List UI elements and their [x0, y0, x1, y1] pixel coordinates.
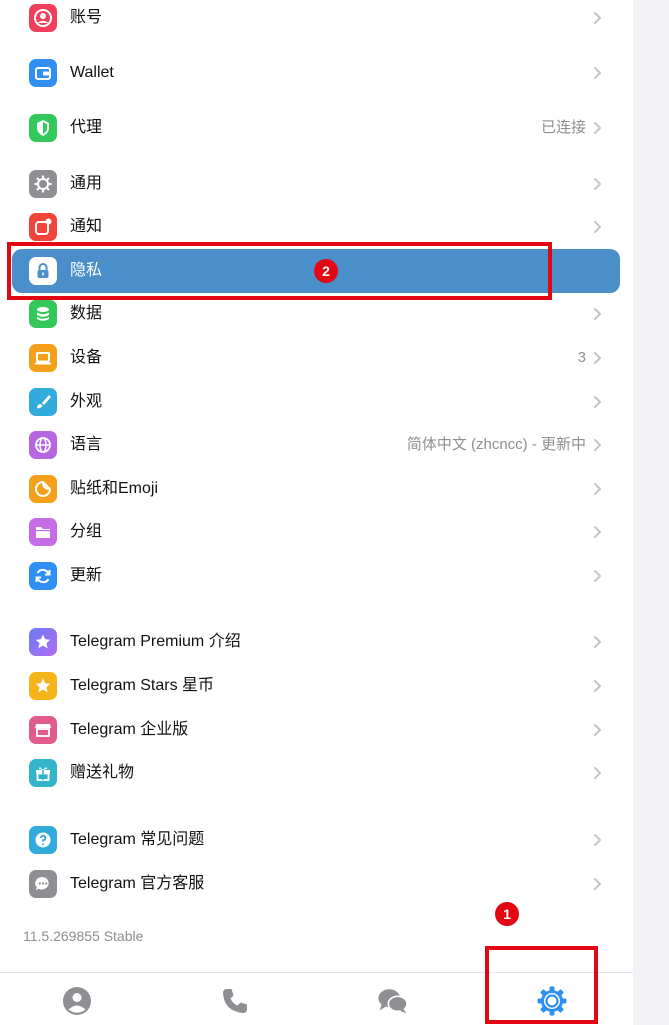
brush-icon	[29, 388, 57, 416]
settings-item-premium[interactable]: Telegram Premium 介绍	[12, 620, 620, 664]
store-icon	[29, 716, 57, 744]
person-icon	[29, 4, 57, 32]
chevron-right-icon	[594, 767, 602, 779]
chat-support-icon	[29, 870, 57, 898]
chevron-right-icon	[594, 122, 602, 134]
chats-icon	[378, 989, 408, 1014]
chevron-right-icon	[594, 67, 602, 79]
chevron-right-icon	[594, 221, 602, 233]
settings-item-label: Telegram 常见问题	[70, 831, 205, 848]
chevron-right-icon	[594, 834, 602, 846]
right-margin	[633, 0, 669, 1024]
settings-item-label: Telegram Premium 介绍	[70, 633, 241, 650]
laptop-icon	[29, 344, 57, 372]
settings-item-label: 通用	[70, 175, 103, 192]
settings-item-proxy[interactable]: 代理 已连接	[12, 106, 620, 150]
tab-chats[interactable]	[377, 985, 409, 1017]
settings-item-stickers-emoji[interactable]: 贴纸和Emoji	[12, 467, 620, 511]
wallet-icon	[29, 59, 57, 87]
question-icon	[29, 826, 57, 854]
chevron-right-icon	[594, 680, 602, 692]
settings-item-value: 简体中文 (zhcncc) - 更新中	[406, 436, 586, 453]
contacts-icon	[63, 987, 91, 1015]
settings-item-label: 账号	[70, 9, 103, 26]
gift-icon	[29, 759, 57, 787]
annotation-box-privacy	[7, 242, 552, 300]
calls-icon	[223, 989, 247, 1013]
chevron-right-icon	[594, 352, 602, 364]
settings-item-label: 外观	[70, 393, 103, 410]
settings-item-value: 3	[577, 349, 586, 366]
chevron-right-icon	[594, 878, 602, 890]
settings-item-label: 语言	[70, 436, 103, 453]
chevron-right-icon	[594, 178, 602, 190]
chevron-right-icon	[594, 12, 602, 24]
chevron-right-icon	[594, 396, 602, 408]
chevron-right-icon	[594, 570, 602, 582]
tab-contacts[interactable]	[61, 985, 93, 1017]
version-label: 11.5.269855 Stable	[23, 928, 144, 944]
settings-item-language[interactable]: 语言 简体中文 (zhcncc) - 更新中	[12, 423, 620, 467]
settings-item-label: 贴纸和Emoji	[70, 480, 159, 497]
settings-item-faq[interactable]: Telegram 常见问题	[12, 818, 620, 862]
settings-item-label: Telegram Stars 星币	[70, 677, 215, 694]
chevron-right-icon	[594, 724, 602, 736]
database-icon	[29, 300, 57, 328]
settings-item-devices[interactable]: 设备 3	[12, 336, 620, 380]
settings-item-label: 赠送礼物	[70, 764, 135, 781]
settings-item-support[interactable]: Telegram 官方客服	[12, 862, 620, 906]
settings-item-business[interactable]: Telegram 企业版	[12, 708, 620, 752]
premium-star-icon	[29, 628, 57, 656]
chevron-right-icon	[594, 636, 602, 648]
settings-item-account[interactable]: 账号	[12, 0, 620, 40]
annotation-box-settings-tab	[485, 946, 598, 1024]
settings-item-gift[interactable]: 赠送礼物	[12, 751, 620, 795]
settings-item-label: 分组	[70, 523, 103, 540]
settings-item-appearance[interactable]: 外观	[12, 380, 620, 424]
settings-item-update[interactable]: 更新	[12, 554, 620, 598]
settings-item-stars[interactable]: Telegram Stars 星币	[12, 664, 620, 708]
notification-icon	[29, 213, 57, 241]
globe-icon	[29, 431, 57, 459]
settings-item-label: 更新	[70, 567, 103, 584]
settings-item-label: Telegram 官方客服	[70, 875, 205, 892]
tab-calls[interactable]	[219, 985, 251, 1017]
chevron-right-icon	[594, 526, 602, 538]
settings-item-label: Telegram 企业版	[70, 721, 189, 738]
settings-item-label: Wallet	[70, 64, 114, 81]
sticker-icon	[29, 475, 57, 503]
settings-item-folders[interactable]: 分组	[12, 510, 620, 554]
star-icon	[29, 672, 57, 700]
chevron-right-icon	[594, 483, 602, 495]
annotation-badge-1: 1	[495, 902, 519, 926]
shield-icon	[29, 114, 57, 142]
settings-item-wallet[interactable]: Wallet	[12, 51, 620, 95]
settings-item-general[interactable]: 通用	[12, 162, 620, 206]
settings-item-label: 设备	[70, 349, 103, 366]
settings-item-label: 代理	[70, 119, 103, 136]
chevron-right-icon	[594, 439, 602, 451]
settings-item-value: 已连接	[540, 119, 586, 136]
gear-icon	[29, 170, 57, 198]
chevron-right-icon	[594, 308, 602, 320]
annotation-badge-2: 2	[314, 259, 338, 283]
refresh-icon	[29, 562, 57, 590]
folder-icon	[29, 518, 57, 546]
